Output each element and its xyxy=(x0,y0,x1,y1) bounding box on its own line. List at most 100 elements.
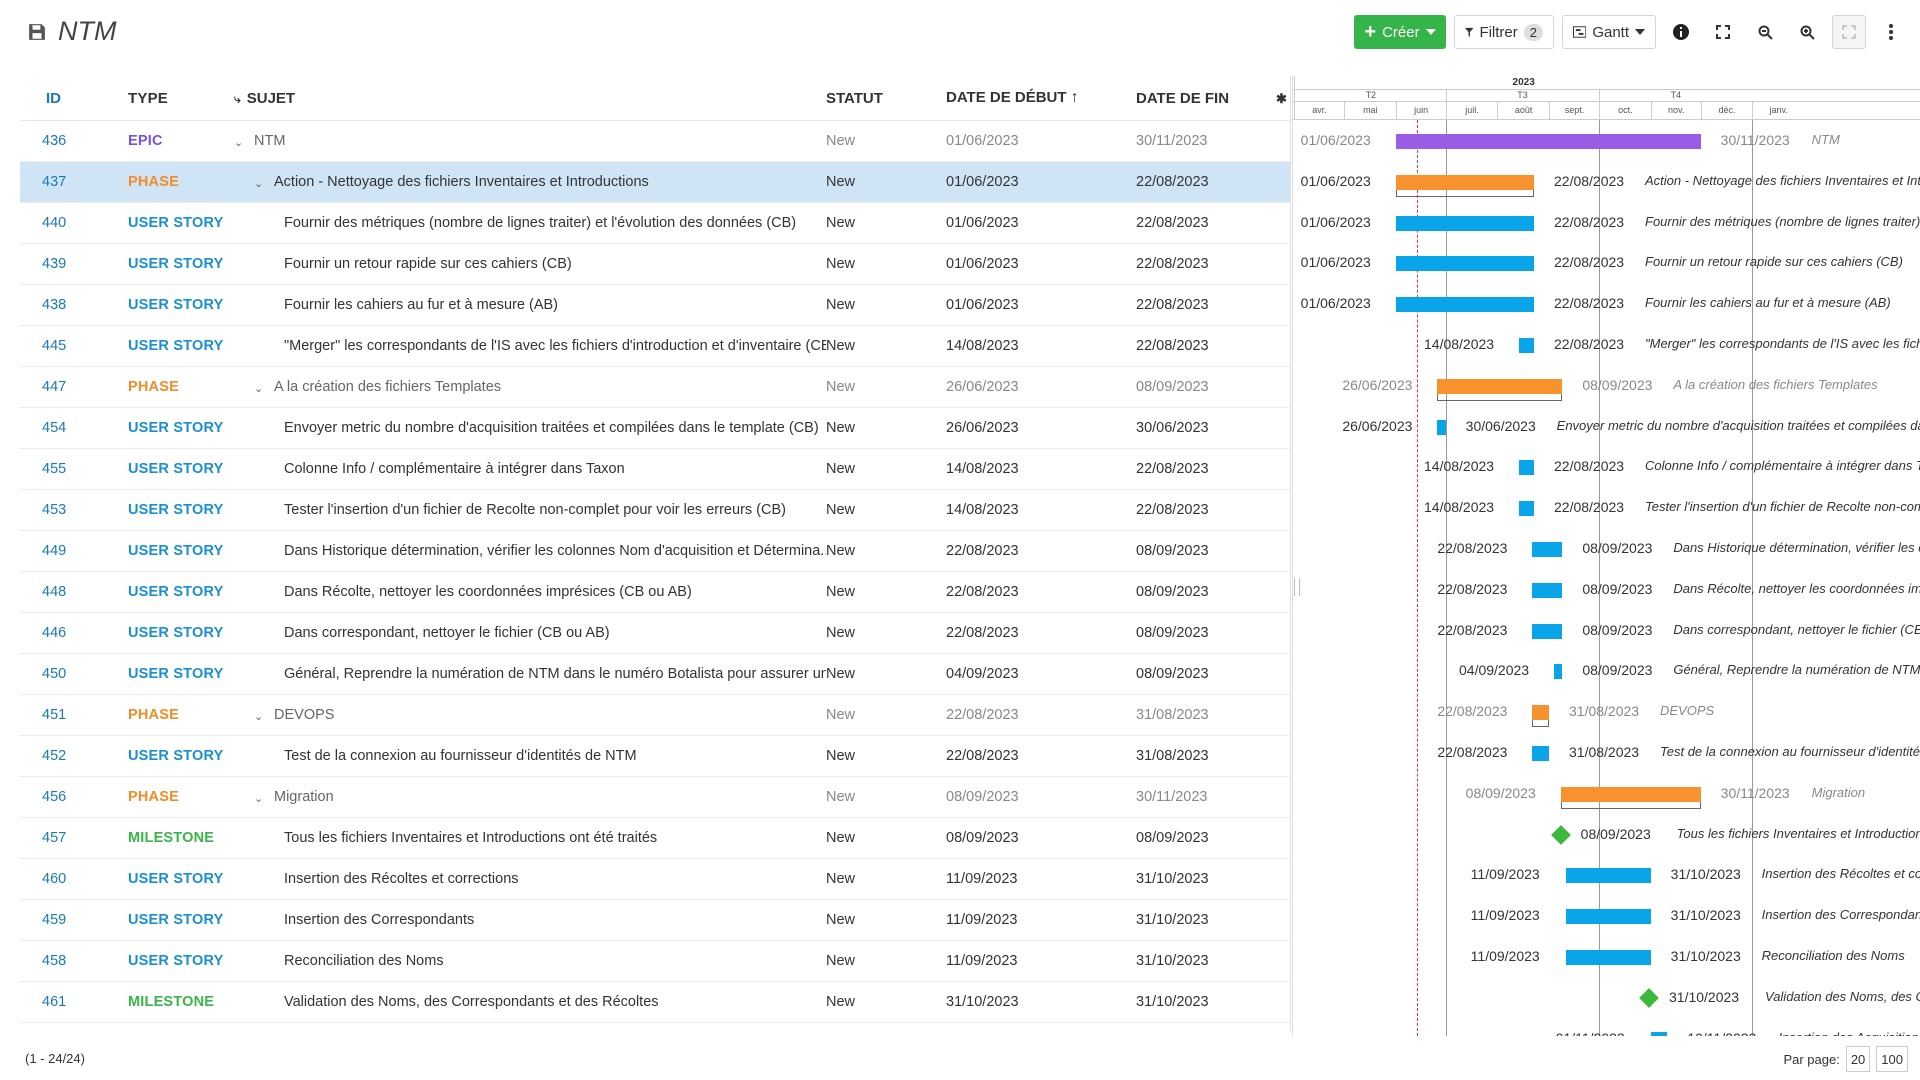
per-page-20-button[interactable]: 20 xyxy=(1845,1046,1871,1072)
cell-status[interactable]: New xyxy=(826,366,946,408)
cell-start-date[interactable]: 11/09/2023 xyxy=(946,899,1136,941)
subject-text[interactable]: A la création des fichiers Templates xyxy=(274,379,501,395)
table-row[interactable]: 454 USER STORY Envoyer metric du nombre d'… xyxy=(20,407,1290,449)
cell-start-date[interactable]: 22/08/2023 xyxy=(946,694,1136,736)
cell-end-date[interactable]: 31/10/2023 xyxy=(1136,858,1276,900)
subject-text[interactable]: "Merger" les correspondants de l'IS avec… xyxy=(284,338,826,354)
cell-start-date[interactable]: 14/08/2023 xyxy=(946,448,1136,490)
cell-end-date[interactable]: 10/11/2023 xyxy=(1136,1022,1276,1024)
gantt-bar[interactable] xyxy=(1519,460,1534,476)
cell-start-date[interactable]: 01/06/2023 xyxy=(946,161,1136,203)
gantt-bar[interactable] xyxy=(1532,542,1563,557)
gantt-bar[interactable] xyxy=(1519,501,1534,517)
columns-settings-button[interactable]: ✱ xyxy=(1276,76,1290,121)
subject-text[interactable]: Dans Historique détermination, vérifier … xyxy=(284,543,826,559)
subject-text[interactable]: Action - Nettoyage des fichiers Inventai… xyxy=(274,174,649,190)
more-options-button[interactable] xyxy=(1874,15,1908,49)
gantt-bar[interactable] xyxy=(1437,378,1563,401)
cell-status[interactable]: New xyxy=(826,284,946,326)
cell-start-date[interactable]: 08/09/2023 xyxy=(946,776,1136,818)
gantt-bar[interactable] xyxy=(1395,134,1701,149)
table-row[interactable]: 461 MILESTONE Validation des Noms, des Cor… xyxy=(20,981,1290,1023)
subject-text[interactable]: Tester l'insertion d'un fichier de Recol… xyxy=(284,502,786,518)
column-header-id[interactable]: ID xyxy=(20,76,128,121)
table-row[interactable]: 447 PHASE ⌄ A la création des fichiers Temp… xyxy=(20,366,1290,408)
cell-status[interactable]: New xyxy=(826,489,946,531)
cell-status[interactable]: New xyxy=(826,407,946,449)
cell-start-date[interactable]: 01/11/2023 xyxy=(946,1022,1136,1024)
per-page-100-button[interactable]: 100 xyxy=(1876,1046,1908,1072)
column-header-end-date[interactable]: DATE DE FIN xyxy=(1136,76,1276,121)
cell-id[interactable]: 456 xyxy=(20,776,128,818)
fullscreen-button[interactable] xyxy=(1706,15,1740,49)
cell-start-date[interactable]: 01/06/2023 xyxy=(946,202,1136,244)
column-header-type[interactable]: TYPE xyxy=(128,76,226,121)
gantt-milestone[interactable] xyxy=(1550,824,1571,845)
cell-end-date[interactable]: 31/08/2023 xyxy=(1136,694,1276,736)
subject-text[interactable]: Test de la connexion au fournisseur d'id… xyxy=(284,748,637,764)
cell-status[interactable]: New xyxy=(826,530,946,572)
subject-text[interactable]: Fournir un retour rapide sur ces cahiers… xyxy=(284,256,572,272)
subject-text[interactable]: Insertion des Récoltes et corrections xyxy=(284,871,519,887)
cell-start-date[interactable]: 22/08/2023 xyxy=(946,612,1136,654)
cell-end-date[interactable]: 08/09/2023 xyxy=(1136,530,1276,572)
gantt-bar[interactable] xyxy=(1395,256,1534,272)
table-row[interactable]: 440 USER STORY Fournir des métriques (nomb… xyxy=(20,202,1290,244)
cell-id[interactable]: 446 xyxy=(20,612,128,654)
cell-end-date[interactable]: 22/08/2023 xyxy=(1136,284,1276,326)
table-row[interactable]: 448 USER STORY Dans Récolte, nettoyer les … xyxy=(20,571,1290,613)
cell-status[interactable]: New xyxy=(826,161,946,203)
cell-end-date[interactable]: 22/08/2023 xyxy=(1136,202,1276,244)
cell-end-date[interactable]: 08/09/2023 xyxy=(1136,612,1276,654)
table-row[interactable]: 436 EPIC ⌄ NTM New 01/06/2023 30/11/2023 xyxy=(20,120,1290,162)
chevron-down-icon[interactable]: ⌄ xyxy=(254,710,264,723)
table-row[interactable]: 450 USER STORY Général, Reprendre la numér… xyxy=(20,653,1290,695)
cell-id[interactable]: 447 xyxy=(20,366,128,408)
zoom-auto-button[interactable] xyxy=(1832,15,1866,49)
cell-status[interactable]: New xyxy=(826,858,946,900)
cell-end-date[interactable]: 30/11/2023 xyxy=(1136,776,1276,818)
column-header-subject[interactable]: ⤷ SUJET xyxy=(226,76,826,121)
cell-status[interactable]: New xyxy=(826,981,946,1023)
cell-id[interactable]: 450 xyxy=(20,653,128,695)
cell-start-date[interactable]: 11/09/2023 xyxy=(946,858,1136,900)
table-row[interactable]: 446 USER STORY Dans correspondant, nettoye… xyxy=(20,612,1290,654)
cell-start-date[interactable]: 08/09/2023 xyxy=(946,817,1136,859)
cell-id[interactable]: 451 xyxy=(20,694,128,736)
column-header-status[interactable]: STATUT xyxy=(826,76,946,121)
cell-id[interactable]: 455 xyxy=(20,448,128,490)
cell-start-date[interactable]: 22/08/2023 xyxy=(946,530,1136,572)
cell-id[interactable]: 452 xyxy=(20,735,128,777)
zoom-in-button[interactable] xyxy=(1790,15,1824,49)
cell-status[interactable]: New xyxy=(826,817,946,859)
gantt-bar[interactable] xyxy=(1395,297,1534,313)
table-row[interactable]: 452 USER STORY Test de la connexion au fou… xyxy=(20,735,1290,777)
table-row[interactable]: 458 USER STORY Reconciliation des Noms New 1… xyxy=(20,940,1290,982)
table-row[interactable]: 460 USER STORY Insertion des Récoltes et c… xyxy=(20,858,1290,900)
cell-id[interactable]: 461 xyxy=(20,981,128,1023)
chevron-down-icon[interactable]: ⌄ xyxy=(254,177,264,190)
cell-start-date[interactable]: 01/06/2023 xyxy=(946,284,1136,326)
cell-id[interactable]: 459 xyxy=(20,899,128,941)
table-row[interactable]: 457 MILESTONE Tous les fichiers Inventaire… xyxy=(20,817,1290,859)
cell-status[interactable]: New xyxy=(826,202,946,244)
gantt-bar[interactable] xyxy=(1437,419,1446,435)
subject-text[interactable]: Général, Reprendre la numération de NTM … xyxy=(284,666,826,682)
chevron-down-icon[interactable]: ⌄ xyxy=(254,792,264,805)
cell-end-date[interactable]: 08/09/2023 xyxy=(1136,366,1276,408)
cell-start-date[interactable]: 14/08/2023 xyxy=(946,325,1136,367)
cell-end-date[interactable]: 22/08/2023 xyxy=(1136,325,1276,367)
gantt-bar[interactable] xyxy=(1650,1031,1668,1036)
table-row[interactable]: 462USER STORYInsertion des AcquisitionsN… xyxy=(20,1022,1290,1024)
cell-end-date[interactable]: 08/09/2023 xyxy=(1136,653,1276,695)
cell-start-date[interactable]: 31/10/2023 xyxy=(946,981,1136,1023)
subject-text[interactable]: Envoyer metric du nombre d'acquisition t… xyxy=(284,420,819,436)
cell-id[interactable]: 457 xyxy=(20,817,128,859)
zoom-out-button[interactable] xyxy=(1748,15,1782,49)
table-row[interactable]: 455 USER STORY Colonne Info / complémentai… xyxy=(20,448,1290,490)
hierarchy-icon[interactable]: ⤷ xyxy=(234,92,241,106)
table-row[interactable]: 456 PHASE ⌄ Migration New 08/09/2023 30/11/202… xyxy=(20,776,1290,818)
cell-start-date[interactable]: 22/08/2023 xyxy=(946,735,1136,777)
gantt-milestone[interactable] xyxy=(1639,987,1659,1008)
chevron-down-icon[interactable]: ⌄ xyxy=(254,382,264,395)
